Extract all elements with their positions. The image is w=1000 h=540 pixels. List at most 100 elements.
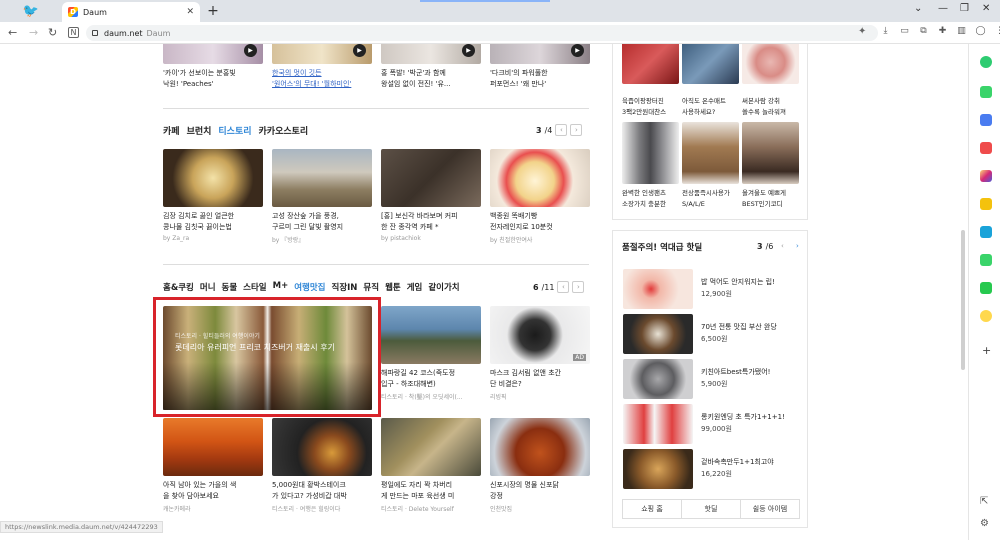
tab-tistory[interactable]: 티스토리 bbox=[218, 124, 251, 137]
item-source: 리빙픽 bbox=[490, 394, 507, 401]
emoji-icon[interactable] bbox=[980, 310, 992, 322]
section-tabs: 카페 브런치 티스토리 카카오스토리 bbox=[163, 124, 308, 137]
pocket-icon[interactable] bbox=[980, 142, 992, 154]
hotdeal-button[interactable]: 핫딜 bbox=[682, 500, 741, 518]
messenger-icon[interactable] bbox=[980, 254, 992, 266]
article-thumbnail bbox=[490, 149, 590, 207]
sidebar-toggle-icon[interactable]: ▥ bbox=[956, 25, 967, 36]
list-item[interactable]: 백종원 똑배기빵 전자레인지로 10분컷 by 친절한안여사 bbox=[490, 149, 590, 244]
tab-style[interactable]: 스타일 bbox=[243, 281, 266, 293]
window-close-icon[interactable]: ✕ bbox=[982, 3, 990, 14]
tab-daum[interactable]: D Daum ✕ bbox=[62, 2, 200, 22]
calendar-icon[interactable] bbox=[980, 114, 992, 126]
shop-thumbnail[interactable] bbox=[742, 44, 799, 84]
prev-page-button[interactable]: ‹ bbox=[557, 281, 570, 293]
video-thumbnail: ▶ bbox=[490, 44, 590, 64]
list-item[interactable]: 5,000원대 황박스테이크 가 있다고? 가성비갑 대박 티스토리 · 여행은 … bbox=[272, 418, 372, 513]
tab-kakaostory[interactable]: 카카오스토리 bbox=[259, 124, 309, 137]
instagram-icon[interactable] bbox=[980, 170, 992, 182]
reader-icon[interactable]: N bbox=[68, 27, 79, 38]
puzzle-icon[interactable]: ✚ bbox=[937, 25, 948, 36]
tab-mplus[interactable]: M+ bbox=[273, 281, 289, 293]
next-page-button[interactable]: › bbox=[570, 124, 583, 136]
menu-icon[interactable]: ⋮ bbox=[994, 25, 1000, 36]
shop-thumbnail[interactable] bbox=[622, 122, 679, 184]
extension-icon[interactable]: ✦ bbox=[858, 26, 866, 37]
article-thumbnail bbox=[163, 149, 263, 207]
list-item[interactable]: ▶ 한국의 멋이 깃든 '원어스'의 무대! '월하미인' bbox=[272, 44, 372, 90]
reload-icon[interactable]: ↻ bbox=[48, 26, 57, 39]
prev-page-button[interactable]: ‹ bbox=[776, 240, 788, 252]
article-thumbnail bbox=[163, 418, 263, 476]
list-item[interactable]: 해파랑길 42 코스(죽도정 입구 - 하조대해변) 티스토리 · 착(鑿)의 오… bbox=[381, 306, 481, 401]
tab-game[interactable]: 게임 bbox=[407, 281, 423, 293]
tab-webtoon[interactable]: 웹툰 bbox=[385, 281, 401, 293]
hotdeal-item[interactable]: 롱키원엔딩 초 특가1+1+1! 99,000원 bbox=[623, 404, 803, 444]
shop-thumbnail[interactable] bbox=[622, 44, 679, 84]
hotdeal-thumbnail bbox=[623, 269, 693, 309]
page-current: 6 bbox=[533, 282, 539, 292]
add-icon[interactable]: + bbox=[982, 344, 991, 357]
star-icon[interactable] bbox=[980, 198, 992, 210]
prev-page-button[interactable]: ‹ bbox=[555, 124, 568, 136]
tab-music[interactable]: 뮤직 bbox=[363, 281, 379, 293]
hotdeal-item[interactable]: 70년 전통 맛집 부산 완당 6,500원 bbox=[623, 314, 803, 354]
new-tab-button[interactable]: + bbox=[205, 3, 221, 19]
forward-icon[interactable]: → bbox=[29, 26, 38, 39]
url-site-name: Daum bbox=[146, 28, 171, 38]
tab-home-cooking[interactable]: 홈&쿠킹 bbox=[163, 281, 194, 293]
screenshot-icon[interactable]: ⧉ bbox=[918, 25, 929, 36]
chevron-down-icon[interactable]: ⌄ bbox=[914, 3, 922, 14]
list-item[interactable]: 김장 김치로 끓인 얼큰한 콩나물 김칫국 끓이는법 by Za_ra bbox=[163, 149, 263, 242]
list-item[interactable]: 평일에도 자리 꽉 차버리 게 만드는 마포 육선생 미 티스토리 · Delet… bbox=[381, 418, 481, 513]
shopping-card: 육즙이팡팡터진 3팩2만원대찬스 아직도 온수매트 사용하세요? 써본사람 강취 쓸수… bbox=[612, 44, 808, 220]
list-item[interactable]: 아직 남아 있는 가을의 색을 찾아 담아보세요 캐논카메라 bbox=[163, 418, 263, 513]
item-caption: '다크비'의 파워풀한 퍼포먼스! '왜 만나' bbox=[490, 69, 548, 88]
tab-travel-food[interactable]: 여행맛집 bbox=[294, 281, 325, 293]
list-item[interactable]: ▶ 홍 폭발! '박군'과 함께 왕설임 없이 전진! '유... bbox=[381, 44, 481, 90]
item-button[interactable]: 쉴등 아이템 bbox=[741, 500, 799, 518]
cast-icon[interactable]: ▭ bbox=[899, 25, 910, 36]
back-icon[interactable]: ← bbox=[8, 26, 17, 39]
tab-animal[interactable]: 동물 bbox=[222, 281, 238, 293]
item-source: 티스토리 · 여행은 힐링이다 bbox=[272, 506, 341, 513]
hotdeal-name: 70년 전통 맛집 부산 완당 bbox=[701, 323, 777, 331]
tab-brunch[interactable]: 브런치 bbox=[187, 124, 212, 137]
profile-icon[interactable]: ◯ bbox=[975, 25, 986, 36]
pinned-tab-icon[interactable]: 🐦 bbox=[0, 0, 62, 22]
edge-icon[interactable] bbox=[980, 226, 992, 238]
scrollbar[interactable] bbox=[961, 230, 965, 370]
browser-sidebar: + ⇱ ⚙ bbox=[968, 44, 1000, 540]
download-icon[interactable]: ⤓ bbox=[880, 25, 891, 36]
shopping-home-button[interactable]: 쇼핑 홈 bbox=[623, 500, 682, 518]
open-external-icon[interactable]: ⇱ bbox=[980, 496, 988, 507]
list-item[interactable]: ▶ '카이'가 선보이는 분홍빛 낙원! 'Peaches' bbox=[163, 44, 263, 90]
list-item[interactable]: 신포시장의 명물 신포닭 강정 인천맛집 bbox=[490, 418, 590, 513]
shop-thumbnail[interactable] bbox=[682, 122, 739, 184]
hotdeal-item[interactable]: 겉바속촉만두1+1최고야 16,220원 bbox=[623, 449, 803, 489]
tab-cafe[interactable]: 카페 bbox=[163, 124, 180, 137]
list-item[interactable]: ▶ '다크비'의 파워풀한 퍼포먼스! '왜 만나' bbox=[490, 44, 590, 90]
list-item[interactable]: 고성 장산숲 가을 풍경, 구르미 그린 달빛 촬영지 by 『방랑』 bbox=[272, 149, 372, 244]
chat-icon[interactable] bbox=[980, 86, 992, 98]
close-icon[interactable]: ✕ bbox=[186, 7, 194, 17]
settings-icon[interactable]: ⚙ bbox=[980, 518, 989, 529]
shop-caption: 아직도 온수매트 사용하세요? bbox=[682, 97, 726, 116]
restore-icon[interactable]: ❐ bbox=[960, 3, 969, 14]
shop-thumbnail[interactable] bbox=[742, 122, 799, 184]
list-item[interactable]: AD 마스크 김서림 없앤 초간 단 비결은? 리빙픽 bbox=[490, 306, 590, 401]
hotdeal-item[interactable]: 키친아트best특가됐어! 5,900원 bbox=[623, 359, 803, 399]
tab-together[interactable]: 같이가치 bbox=[428, 281, 459, 293]
tab-money[interactable]: 머니 bbox=[200, 281, 216, 293]
item-source: 캐논카메라 bbox=[163, 506, 191, 513]
sidebar-app-icon[interactable] bbox=[980, 56, 992, 68]
hotdeal-item[interactable]: 밥 먹어도 안지워지는 립! 12,900원 bbox=[623, 269, 803, 309]
list-item[interactable]: [홍] 보신각 바라보며 커피 한 잔 종각역 카페 * by pistachio… bbox=[381, 149, 481, 242]
minimize-icon[interactable]: — bbox=[938, 3, 948, 14]
next-page-button[interactable]: › bbox=[572, 281, 585, 293]
green-app-icon[interactable] bbox=[980, 282, 992, 294]
next-page-button[interactable]: › bbox=[791, 240, 803, 252]
url-field[interactable]: daum.net Daum bbox=[86, 25, 878, 41]
tab-work[interactable]: 직장IN bbox=[332, 281, 358, 293]
shop-thumbnail[interactable] bbox=[682, 44, 739, 84]
